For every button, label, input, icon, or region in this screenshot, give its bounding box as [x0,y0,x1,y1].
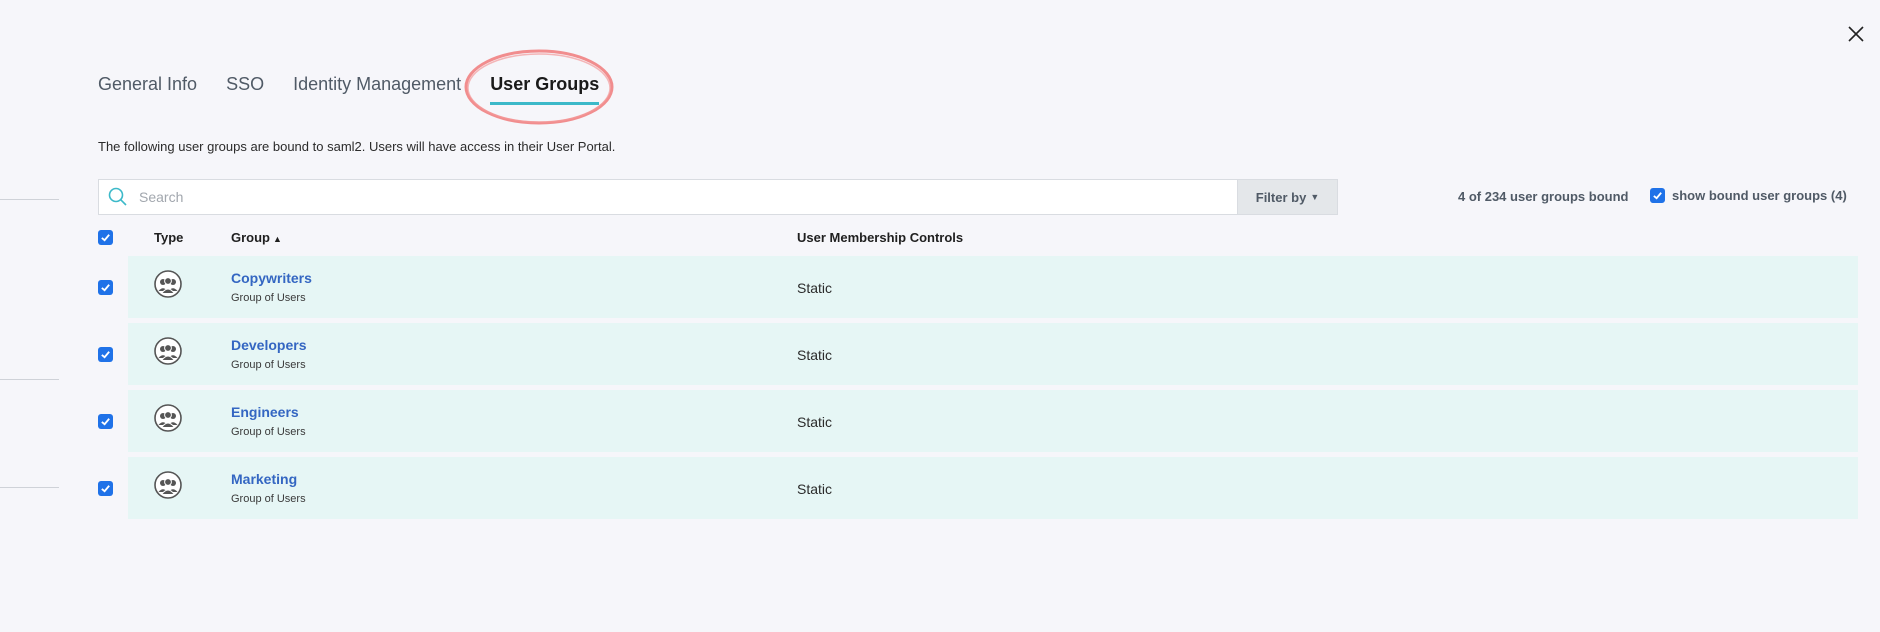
show-bound-label: show bound user groups (4) [1672,188,1847,203]
edge-divider [0,199,59,200]
table-row[interactable] [128,457,1858,519]
edge-divider [0,487,59,488]
row-checkbox[interactable] [98,280,113,295]
caret-down-icon: ▼ [1310,192,1320,202]
checkmark-icon [101,234,110,242]
table-header: Type Group ▲ User Membership Controls [98,230,1858,256]
column-header-membership: User Membership Controls [797,230,964,245]
table-row[interactable] [128,390,1858,452]
group-icon [154,404,182,432]
table-row[interactable] [128,323,1858,385]
checkmark-icon [101,485,110,493]
search-icon [108,187,127,206]
column-header-group-label: Group [231,230,270,245]
membership-control: Static [797,481,833,497]
close-button[interactable] [1844,22,1868,46]
group-type-label: Group of Users [231,359,306,371]
column-header-group[interactable]: Group ▲ [231,230,282,245]
tab-user-groups[interactable]: User Groups [490,74,600,105]
group-type-label: Group of Users [231,292,306,304]
show-bound-checkbox[interactable] [1650,188,1665,203]
group-name-link[interactable]: Copywriters [231,270,312,286]
filter-by-button[interactable]: Filter by ▼ [1237,180,1337,214]
checkmark-icon [1653,192,1662,200]
tab-sso[interactable]: SSO [226,74,264,105]
group-name-link[interactable]: Developers [231,337,306,353]
group-icon [154,337,182,365]
tab-identity-management[interactable]: Identity Management [293,74,461,105]
row-checkbox[interactable] [98,414,113,429]
column-header-type: Type [154,230,184,245]
bound-count: 4 of 234 user groups bound [1458,189,1629,204]
group-type-label: Group of Users [231,493,306,505]
search-input[interactable] [129,180,1237,214]
row-checkbox[interactable] [98,347,113,362]
membership-control: Static [797,347,833,363]
membership-control: Static [797,280,833,296]
binding-description: The following user groups are bound to s… [98,139,616,154]
edge-divider [0,379,59,380]
membership-control: Static [797,414,833,430]
group-icon [154,471,182,499]
checkmark-icon [101,284,110,292]
group-icon [154,270,182,298]
group-name-link[interactable]: Marketing [231,471,297,487]
row-checkbox[interactable] [98,481,113,496]
close-icon [1848,26,1864,42]
group-name-link[interactable]: Engineers [231,404,299,420]
filter-by-label: Filter by [1255,189,1307,205]
tab-bar: General Info SSO Identity Management Use… [98,74,628,105]
table-row[interactable] [128,256,1858,318]
sort-ascending-icon: ▲ [273,234,282,244]
search-bar: Filter by ▼ [98,179,1338,215]
checkmark-icon [101,351,110,359]
checkmark-icon [101,418,110,426]
show-bound-toggle[interactable]: show bound user groups (4) [1650,188,1847,203]
tab-general-info[interactable]: General Info [98,74,197,105]
select-all-checkbox[interactable] [98,230,113,245]
modal-page: General Info SSO Identity Management Use… [0,0,1880,632]
group-type-label: Group of Users [231,426,306,438]
